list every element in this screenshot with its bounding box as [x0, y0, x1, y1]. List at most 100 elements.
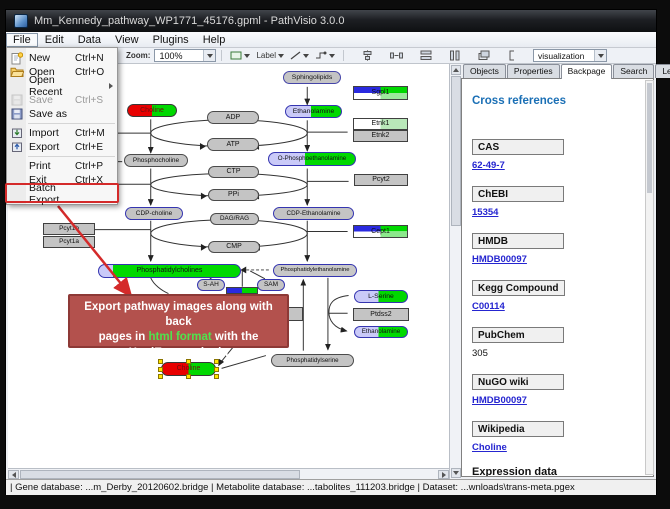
- file-menu-item-print[interactable]: PrintCtrl+P: [7, 159, 117, 173]
- file-menu-item-save[interactable]: SaveCtrl+S: [7, 93, 117, 107]
- callout-line-3: HtmlExport plugin: [70, 346, 287, 361]
- pathway-node-sam[interactable]: SAM: [257, 279, 285, 291]
- file-menu-item-new[interactable]: NewCtrl+N: [7, 51, 117, 65]
- xref-link[interactable]: 15354: [472, 207, 498, 218]
- sidebar-scrollbar[interactable]: [645, 80, 654, 475]
- scroll-down-icon[interactable]: [451, 468, 461, 478]
- menubar-item-edit[interactable]: Edit: [38, 33, 71, 47]
- pathway-node-ptdss2[interactable]: Ptdss2: [353, 308, 409, 321]
- menubar-item-plugins[interactable]: Plugins: [146, 33, 196, 47]
- visualization-combobox[interactable]: visualization: [533, 49, 607, 62]
- visualization-dropdown-icon[interactable]: [594, 50, 606, 61]
- xref-link[interactable]: Choline: [472, 442, 507, 453]
- title-bar[interactable]: Mm_Kennedy_pathway_WP1771_45176.gpml - P…: [6, 10, 656, 32]
- pathway-node-etnk1[interactable]: Etnk1: [353, 118, 408, 130]
- connector-tool-button[interactable]: [312, 48, 338, 63]
- node-label: Phosphatidylserine: [286, 357, 338, 364]
- node-label: L-Serine: [368, 293, 394, 300]
- pathway-node-sphingolipids[interactable]: Sphingolipids: [283, 71, 341, 84]
- file-menu-item-save-as[interactable]: Save as: [7, 107, 117, 121]
- callout-line-1: Export pathway images along with back: [70, 300, 287, 330]
- pathway-node-dag-rag[interactable]: DAG/RAG: [210, 213, 259, 225]
- annotation-callout: Export pathway images along with back pa…: [68, 294, 289, 348]
- selection-handle[interactable]: [158, 367, 163, 372]
- menubar-item-file[interactable]: File: [6, 33, 38, 47]
- pathway-node-sah[interactable]: S-AH: [197, 279, 225, 291]
- tab-backpage[interactable]: Backpage: [561, 64, 613, 79]
- stack-button[interactable]: [473, 48, 494, 63]
- file-menu-item-export[interactable]: ExportCtrl+E: [7, 140, 117, 154]
- pathway-node-pemt-partial[interactable]: [226, 287, 258, 294]
- tab-objects[interactable]: Objects: [463, 64, 506, 78]
- scroll-left-icon[interactable]: [8, 470, 19, 479]
- pathway-node-sgpl1[interactable]: Sgpl1: [353, 86, 408, 100]
- xref-link[interactable]: HMDB00097: [472, 395, 527, 406]
- menu-item-shortcut: Ctrl+M: [75, 128, 117, 139]
- menubar-item-data[interactable]: Data: [71, 33, 108, 47]
- menu-item-label: Save as: [29, 108, 75, 120]
- pathway-node-choline-top[interactable]: Choline: [127, 104, 177, 117]
- menubar-item-view[interactable]: View: [108, 33, 146, 47]
- xref-link[interactable]: C00114: [472, 301, 505, 312]
- pathway-node-cdp-ethanolamine[interactable]: CDP-Ethanolamine: [273, 207, 354, 220]
- zoom-dropdown-icon[interactable]: [203, 50, 215, 61]
- bracket-button[interactable]: [502, 48, 523, 63]
- scroll-right-icon[interactable]: [438, 470, 449, 479]
- menubar-item-help[interactable]: Help: [196, 33, 233, 47]
- gene-node-button[interactable]: [227, 48, 253, 63]
- align-rows-button[interactable]: [415, 48, 436, 63]
- vertical-scroll-thumb[interactable]: [451, 76, 461, 226]
- selection-handle[interactable]: [186, 374, 191, 379]
- align-center-button[interactable]: [357, 48, 378, 63]
- pathway-node-ppi[interactable]: PPi: [208, 189, 259, 201]
- pathway-node-gene-partial[interactable]: [288, 307, 303, 321]
- pathway-node-pcyt1a[interactable]: Pcyt1a: [43, 236, 95, 248]
- xref-link[interactable]: 62-49-7: [472, 160, 505, 171]
- node-label: Pcyt1b: [59, 225, 79, 232]
- selection-handle[interactable]: [158, 374, 163, 379]
- file-menu-item-open-recent[interactable]: Open Recent: [7, 79, 117, 93]
- zoom-combobox[interactable]: 100%: [154, 49, 216, 62]
- file-menu-item-batch-export[interactable]: Batch Export: [7, 187, 117, 201]
- xref-section-kegg-compound: Kegg CompoundC00114: [472, 278, 632, 312]
- node-label: Phosphatidylethanolamine: [280, 267, 349, 273]
- zoom-value: 100%: [155, 51, 203, 61]
- pathway-node-phosphatidylethanolamine[interactable]: Phosphatidylethanolamine: [273, 264, 357, 277]
- horizontal-scroll-thumb[interactable]: [20, 470, 300, 479]
- pathway-node-cept1[interactable]: Cept1: [353, 225, 408, 238]
- canvas-vertical-scrollbar[interactable]: [449, 64, 461, 479]
- toolbar-separator: [343, 50, 344, 61]
- pathway-node-o-phosphoethanolamine[interactable]: O-Phosphoethanolamine: [268, 152, 356, 166]
- node-label: O-Phosphoethanolamine: [278, 155, 346, 162]
- pathway-node-adp[interactable]: ADP: [207, 111, 259, 124]
- pathway-node-phosphocholine[interactable]: Phosphocholine: [124, 154, 188, 167]
- pathway-node-ethanolamine-top[interactable]: Ethanolamine: [285, 105, 342, 118]
- pathway-node-l-serine[interactable]: L-Serine: [354, 290, 408, 303]
- pathway-node-cdp-choline[interactable]: CDP-choline: [125, 207, 183, 220]
- connector-tool-icon: [315, 51, 327, 60]
- tab-properties[interactable]: Properties: [507, 64, 560, 78]
- pathway-node-pcyt2[interactable]: Pcyt2: [354, 174, 408, 186]
- pathway-node-pcyt1b[interactable]: Pcyt1b: [43, 223, 95, 235]
- selection-handle[interactable]: [214, 367, 219, 372]
- canvas-horizontal-scrollbar[interactable]: [8, 468, 449, 479]
- xref-link[interactable]: HMDB00097: [472, 254, 527, 265]
- pathway-node-phosphatidylcholines[interactable]: Phosphatidylcholines: [98, 264, 241, 278]
- distribute-horizontal-button[interactable]: [386, 48, 407, 63]
- pathway-node-cmp[interactable]: CMP: [208, 241, 260, 253]
- tab-search[interactable]: Search: [613, 64, 654, 78]
- scroll-up-icon[interactable]: [451, 65, 461, 75]
- pathway-node-ethanolamine-bottom[interactable]: Ethanolamine: [354, 326, 408, 338]
- label-button[interactable]: Label: [253, 48, 287, 63]
- pathway-node-atp[interactable]: ATP: [207, 138, 259, 151]
- pathway-node-ctp[interactable]: CTP: [208, 166, 259, 178]
- file-menu-item-import[interactable]: ImportCtrl+M: [7, 126, 117, 140]
- line-tool-button[interactable]: [287, 48, 312, 63]
- sidebar-scroll-thumb[interactable]: [647, 83, 652, 193]
- pathway-node-etnk2[interactable]: Etnk2: [353, 130, 408, 142]
- selection-handle[interactable]: [214, 374, 219, 379]
- xref-section-title: NuGO wiki: [472, 374, 564, 390]
- status-text: | Gene database: ...m_Derby_20120602.bri…: [10, 482, 575, 493]
- align-columns-button[interactable]: [444, 48, 465, 63]
- tab-legend[interactable]: Legend: [655, 64, 670, 78]
